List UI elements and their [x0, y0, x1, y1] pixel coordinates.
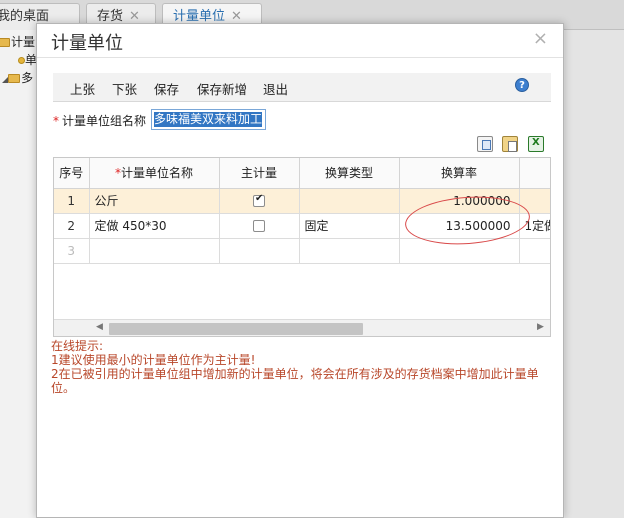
tab-inventory-label: 存货 — [97, 9, 124, 24]
hint-line-1: 1建议使用最小的计量单位作为主计量! — [51, 353, 256, 367]
required-marker: * — [53, 114, 59, 128]
scroll-left-icon[interactable]: ◀ — [96, 322, 103, 332]
col-conversion-rate: 换算率 — [399, 158, 520, 189]
scrollbar-thumb[interactable] — [109, 323, 363, 335]
main-unit-checkbox[interactable] — [253, 220, 265, 232]
tree-item[interactable]: 计量 — [0, 33, 35, 51]
save-button[interactable]: 保存 — [154, 79, 179, 98]
cell-main-unit — [219, 213, 300, 239]
tab-desktop-label: 我的桌面 — [0, 9, 50, 24]
folder-icon — [8, 74, 21, 83]
cell-unit-name[interactable] — [89, 238, 220, 264]
exit-button[interactable]: 退出 — [263, 79, 288, 98]
tab-units-label: 计量单位 — [173, 9, 226, 24]
tree-item[interactable]: ◢ 多 — [2, 69, 33, 87]
main-unit-checkbox[interactable] — [253, 193, 265, 207]
unit-grid: 序号 *计量单位名称 主计量 换算类型 换算率 1 公斤 1.000000 — [53, 157, 551, 337]
horizontal-scrollbar[interactable]: ◀ ▶ — [54, 319, 550, 336]
group-name-text: 计量单位组名称 — [62, 114, 147, 128]
close-icon[interactable]: ✕ — [129, 9, 140, 24]
group-name-label: * 计量单位组名称 — [53, 112, 146, 129]
cell-unit-name[interactable]: 定做 450*30 — [89, 213, 220, 239]
hint-title: 在线提示: — [51, 339, 104, 353]
background-area — [565, 30, 624, 518]
col-seq: 序号 — [54, 158, 90, 189]
cell-seq: 1 — [54, 188, 90, 214]
cell-conversion-type[interactable] — [299, 188, 400, 214]
scroll-right-icon[interactable]: ▶ — [537, 322, 544, 332]
prev-button[interactable]: 上张 — [70, 79, 95, 98]
excel-export-icon[interactable] — [528, 136, 544, 152]
cell-seq: 3 — [54, 238, 90, 264]
hint-line-2: 2在已被引用的计量单位组中增加新的计量单位，将会在所有涉及的存货档案中增加此计量… — [51, 367, 539, 395]
divider — [37, 57, 563, 58]
col-unit-name: *计量单位名称 — [89, 158, 220, 189]
tree-item[interactable]: 单 — [18, 51, 37, 69]
close-icon[interactable]: ✕ — [231, 9, 242, 24]
cell-conversion-type[interactable] — [299, 238, 400, 264]
col-conversion-type: 换算类型 — [299, 158, 400, 189]
next-button[interactable]: 下张 — [112, 79, 137, 98]
cell-main-unit[interactable] — [219, 238, 300, 264]
dialog-title: 计量单位 — [51, 33, 123, 54]
col-main-unit: 主计量 — [219, 158, 300, 189]
help-icon[interactable]: ? — [515, 78, 529, 92]
cell-main-unit — [219, 188, 300, 214]
leaf-icon — [18, 57, 25, 64]
folder-icon — [0, 38, 10, 47]
online-hints: 在线提示: 1建议使用最小的计量单位作为主计量! 2在已被引用的计量单位组中增加… — [51, 339, 549, 395]
group-name-input[interactable]: 多味福美双来料加工 — [151, 109, 266, 130]
col-unit-name-label: 计量单位名称 — [120, 166, 193, 181]
paste-icon[interactable] — [502, 136, 518, 152]
group-name-value: 多味福美双来料加工 — [154, 112, 263, 127]
unit-dialog: 计量单位 × 上张 下张 保存 保存新增 退出 ? * 计量单位组名称 多味福美双… — [36, 23, 564, 518]
tree-item-label: 多 — [21, 71, 34, 85]
tree-panel: 计量 单 ◢ 多 — [0, 30, 40, 518]
tree-item-label: 计量 — [11, 35, 36, 49]
cell-seq: 2 — [54, 213, 90, 239]
close-button[interactable]: × — [533, 28, 548, 49]
cell-extra[interactable] — [519, 238, 550, 264]
col-extra — [519, 158, 550, 189]
save-new-button[interactable]: 保存新增 — [197, 79, 247, 98]
grid-toolbar — [477, 136, 549, 154]
cell-unit-name[interactable]: 公斤 — [89, 188, 220, 214]
cell-conversion-type[interactable]: 固定 — [299, 213, 400, 239]
grid-header: 序号 *计量单位名称 主计量 换算类型 换算率 — [54, 158, 550, 189]
toolbar: 上张 下张 保存 保存新增 退出 ? — [53, 73, 551, 102]
copy-icon[interactable] — [477, 136, 493, 152]
